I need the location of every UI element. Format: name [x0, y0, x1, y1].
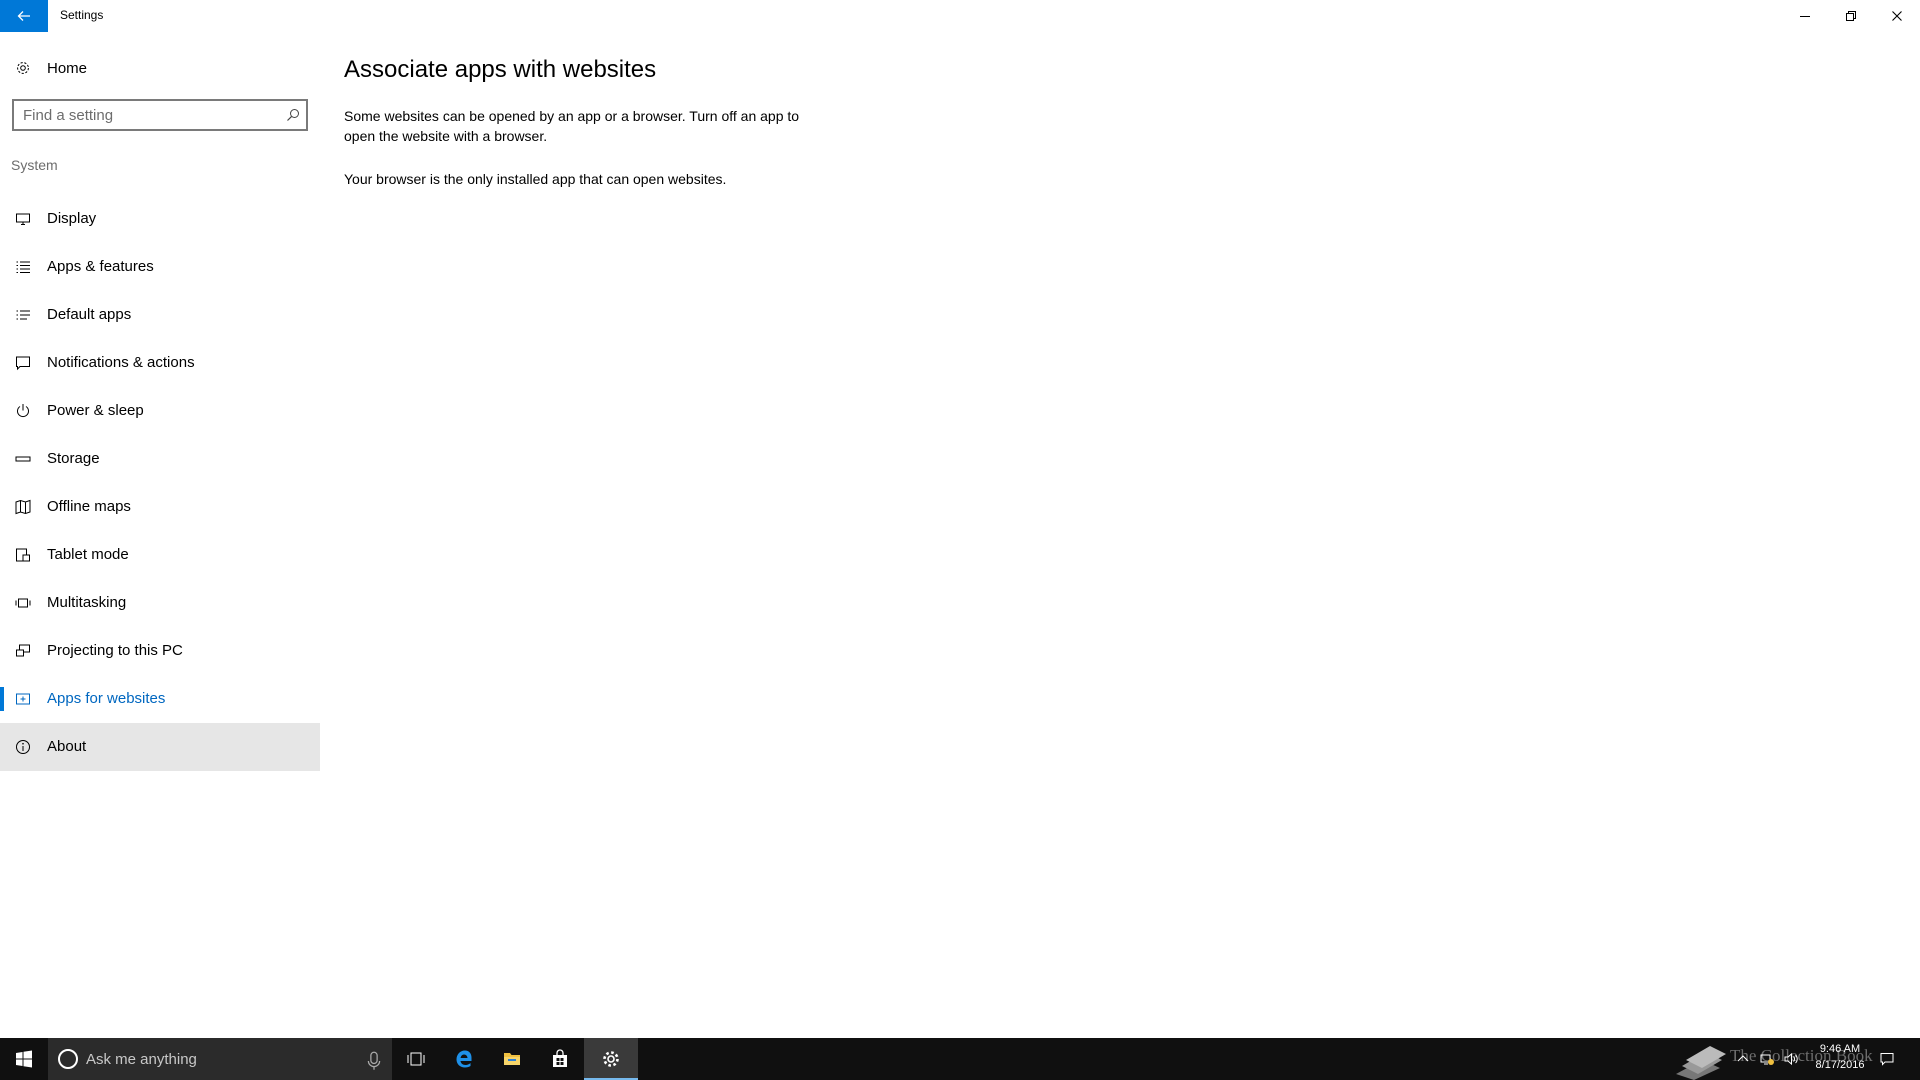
- title-bar: Settings: [0, 0, 1920, 32]
- sidebar-item-default-apps[interactable]: Default apps: [0, 291, 320, 339]
- taskbar: Ask me anything: [0, 1038, 1920, 1080]
- tray-network-button[interactable]: [1760, 1038, 1774, 1080]
- website-icon: [15, 691, 31, 707]
- close-icon: [1892, 11, 1902, 21]
- sidebar-item-label: Multitasking: [47, 594, 127, 611]
- chevron-up-icon: [1737, 1055, 1749, 1062]
- tray-overflow-button[interactable]: [1736, 1038, 1750, 1080]
- list-icon: [15, 307, 31, 323]
- sidebar-home-label: Home: [47, 59, 88, 77]
- cortana-icon: [58, 1049, 78, 1069]
- sidebar-item-label: About: [47, 738, 87, 755]
- sidebar-item-label: Tablet mode: [47, 546, 129, 563]
- settings-icon: [603, 1051, 619, 1067]
- sidebar-item-label: Display: [47, 210, 97, 227]
- multitask-icon: [15, 595, 31, 611]
- page-description: Some websites can be opened by an app or…: [344, 108, 800, 144]
- taskbar-search-placeholder: Ask me anything: [86, 1050, 197, 1068]
- taskbar-explorer-button[interactable]: [488, 1038, 536, 1080]
- sidebar-item-multitasking[interactable]: Multitasking: [0, 579, 320, 627]
- file-explorer-icon: [504, 1053, 520, 1065]
- microphone-icon[interactable]: [364, 1051, 381, 1070]
- minimize-button[interactable]: [1782, 0, 1828, 32]
- map-icon: [15, 499, 31, 515]
- start-button[interactable]: [0, 1038, 48, 1080]
- sidebar-item-about[interactable]: About: [0, 723, 320, 771]
- page-title: Associate apps with websites: [344, 56, 657, 83]
- action-center-button[interactable]: [1880, 1038, 1894, 1080]
- sidebar: Home System Display Apps & features Defa…: [0, 32, 320, 1038]
- close-button[interactable]: [1874, 0, 1920, 32]
- network-icon: [1760, 1054, 1774, 1065]
- sidebar-item-label: Storage: [47, 450, 100, 467]
- storage-icon: [15, 451, 31, 467]
- taskbar-clock[interactable]: 9:46 AM 8/17/2016: [1804, 1041, 1876, 1073]
- back-arrow-icon: [17, 11, 30, 21]
- sidebar-item-label: Power & sleep: [47, 402, 144, 419]
- info-text: Your browser is the only installed app t…: [344, 171, 727, 187]
- sidebar-item-label: Projecting to this PC: [47, 642, 183, 659]
- power-icon: [15, 403, 31, 419]
- sidebar-item-label: Offline maps: [47, 498, 131, 515]
- tablet-icon: [15, 547, 31, 563]
- edge-icon: [456, 1050, 472, 1068]
- list-icon: [15, 259, 31, 275]
- info-icon: [15, 739, 31, 755]
- volume-icon: [1784, 1052, 1798, 1066]
- task-view-button[interactable]: [392, 1038, 440, 1080]
- taskbar-settings-button[interactable]: [584, 1038, 638, 1080]
- section-label-system: System: [11, 157, 58, 173]
- taskbar-store-button[interactable]: [536, 1038, 584, 1080]
- sidebar-item-power-sleep[interactable]: Power & sleep: [0, 387, 320, 435]
- sidebar-home[interactable]: Home: [0, 49, 320, 87]
- taskbar-search-box[interactable]: Ask me anything: [48, 1038, 392, 1080]
- minimize-icon: [1800, 16, 1810, 17]
- search-icon[interactable]: [286, 108, 300, 122]
- search-input[interactable]: [14, 106, 274, 124]
- sidebar-item-storage[interactable]: Storage: [0, 435, 320, 483]
- sidebar-item-apps-for-websites[interactable]: Apps for websites: [0, 675, 320, 723]
- task-view-icon: [407, 1052, 425, 1066]
- maximize-button[interactable]: [1828, 0, 1874, 32]
- gear-icon: [15, 60, 31, 76]
- projector-icon: [15, 643, 31, 659]
- sidebar-item-offline-maps[interactable]: Offline maps: [0, 483, 320, 531]
- sidebar-item-notifications[interactable]: Notifications & actions: [0, 339, 320, 387]
- search-box[interactable]: [12, 99, 308, 131]
- sidebar-item-projecting[interactable]: Projecting to this PC: [0, 627, 320, 675]
- message-icon: [15, 355, 31, 371]
- sidebar-item-label: Default apps: [47, 306, 132, 323]
- clock-date: 8/17/2016: [1815, 1059, 1865, 1071]
- sidebar-item-apps-features[interactable]: Apps & features: [0, 243, 320, 291]
- store-icon: [553, 1049, 567, 1067]
- sidebar-item-display[interactable]: Display: [0, 195, 320, 243]
- window-title: Settings: [60, 8, 104, 22]
- windows-logo-icon: [16, 1050, 32, 1068]
- display-icon: [15, 211, 31, 227]
- notification-icon: [1880, 1053, 1894, 1066]
- sidebar-item-label: Apps & features: [47, 258, 154, 275]
- clock-time: 9:46 AM: [1819, 1043, 1861, 1055]
- sidebar-item-tablet-mode[interactable]: Tablet mode: [0, 531, 320, 579]
- sidebar-item-label: Notifications & actions: [47, 354, 195, 371]
- sidebar-item-label: Apps for websites: [47, 690, 166, 707]
- restore-icon: [1846, 11, 1856, 21]
- sidebar-nav: Display Apps & features Default apps Not…: [0, 195, 320, 771]
- back-button[interactable]: [0, 0, 48, 32]
- taskbar-edge-button[interactable]: [440, 1038, 488, 1080]
- tray-volume-button[interactable]: [1784, 1038, 1798, 1080]
